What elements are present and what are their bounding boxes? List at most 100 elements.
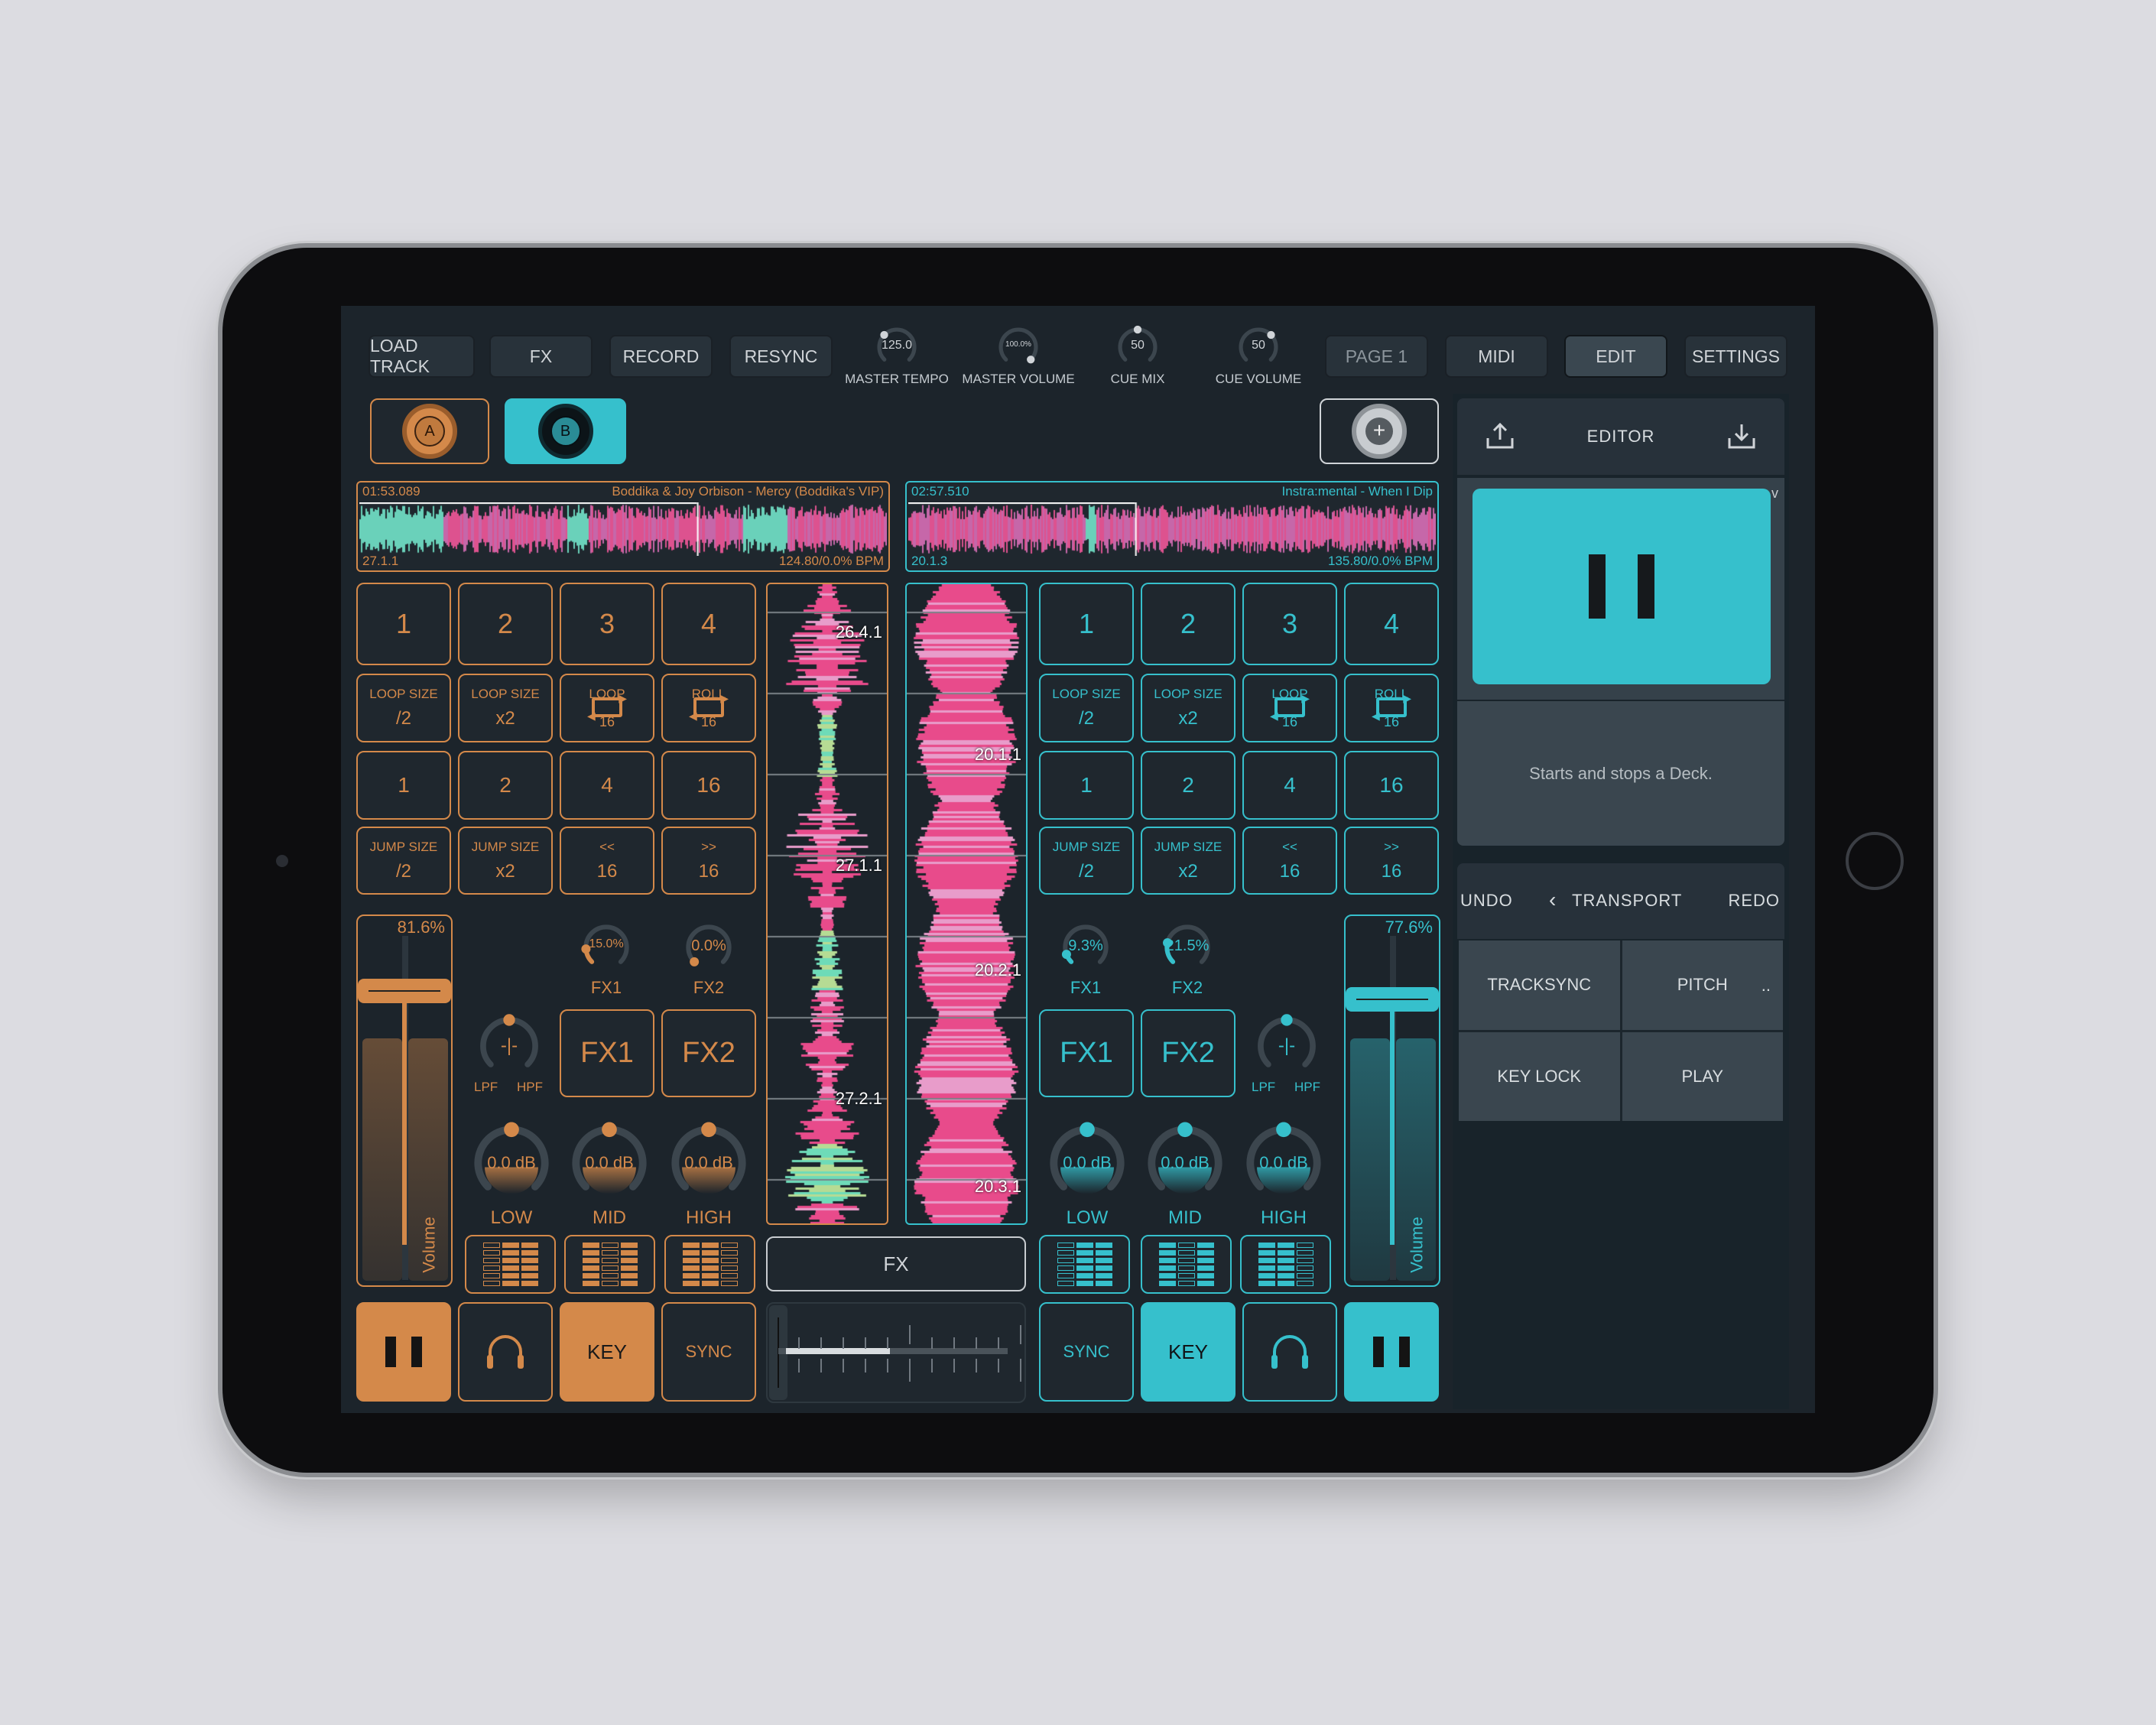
hotcue-pad-1[interactable]: 1 xyxy=(356,583,451,665)
deck-a-cue-button[interactable] xyxy=(458,1302,553,1402)
load-track-button[interactable]: LOAD TRACK xyxy=(369,335,475,378)
loop-row-pad[interactable]: LOOP SIZE/2 xyxy=(1039,674,1134,742)
jump-row-pad[interactable]: >> 16 xyxy=(1344,827,1439,895)
home-button[interactable] xyxy=(1846,832,1904,890)
add-deck-button[interactable]: + xyxy=(1320,398,1439,464)
deck-b-play-pause-button[interactable] xyxy=(1344,1302,1439,1402)
loop-length-pad-1[interactable]: 1 xyxy=(1039,751,1134,820)
settings-button[interactable]: SETTINGS xyxy=(1684,335,1787,378)
jump-row-pad[interactable]: JUMP SIZE/2 xyxy=(356,827,451,895)
deck-a-sync-button[interactable]: SYNC xyxy=(661,1302,756,1402)
page-button[interactable]: PAGE 1 xyxy=(1325,335,1428,378)
fx1-button[interactable]: FX1 xyxy=(560,1009,654,1097)
loop-row-pad[interactable]: LOOP SIZE x2 xyxy=(1141,674,1235,742)
edit-button[interactable]: EDIT xyxy=(1564,335,1667,378)
fader-handle[interactable] xyxy=(1346,986,1439,1012)
hotcue-pad-1[interactable]: 1 xyxy=(1039,583,1134,665)
jump-row-pad[interactable]: >> 16 xyxy=(661,827,756,895)
eq-kill-button[interactable] xyxy=(664,1235,755,1294)
fx2-button[interactable]: FX2 xyxy=(661,1009,756,1097)
loop-length-pad-1[interactable]: 1 xyxy=(356,751,451,820)
loop-row-pad[interactable]: LOOP ▶ ◀ 16 xyxy=(1242,674,1337,742)
eq-bar xyxy=(682,1281,700,1286)
jump-row-pad[interactable]: JUMP SIZE x2 xyxy=(458,827,553,895)
deck-b-key-button[interactable]: KEY xyxy=(1141,1302,1235,1402)
undo-button[interactable]: UNDO xyxy=(1460,891,1513,911)
jump-row-pad[interactable]: JUMP SIZE x2 xyxy=(1141,827,1235,895)
deck-b-selector[interactable]: B xyxy=(505,398,626,464)
hotcue-pad-3[interactable]: 3 xyxy=(1242,583,1337,665)
loop-row-pad[interactable]: ROLL ▶ ◀ 16 xyxy=(661,674,756,742)
loop-row-pad[interactable]: LOOP ▶ ◀ 16 xyxy=(560,674,654,742)
knob-indicator xyxy=(602,1122,617,1138)
loop-length-pad-4[interactable]: 4 xyxy=(560,751,654,820)
fx1-button[interactable]: FX1 xyxy=(1039,1009,1134,1097)
eq-bar xyxy=(1296,1273,1313,1278)
transport-pitch[interactable]: PITCH.. xyxy=(1622,940,1783,1030)
fader-handle[interactable] xyxy=(358,978,451,1003)
deck-b-scrolling-waveform[interactable]: 20.1.1 20.2.1 20.3.1 xyxy=(905,583,1028,1225)
chevron-left-icon[interactable]: ‹ xyxy=(1549,888,1557,912)
deck-a-key-button[interactable]: KEY xyxy=(560,1302,654,1402)
eq-kill-button[interactable] xyxy=(564,1235,655,1294)
eq-bar xyxy=(1296,1250,1313,1256)
resync-button[interactable]: RESYNC xyxy=(729,335,833,378)
deck-a-volume-fader[interactable]: 81.6% Volume xyxy=(356,914,453,1287)
fx2-button[interactable]: FX2 xyxy=(1141,1009,1235,1097)
eq-kill-button[interactable] xyxy=(1039,1235,1130,1294)
knob-indicator xyxy=(1267,330,1275,339)
pad-top-label: << xyxy=(599,839,615,854)
deck-b-cue-button[interactable] xyxy=(1242,1302,1337,1402)
midi-button[interactable]: MIDI xyxy=(1445,335,1548,378)
beat-marker: 20.3.1 xyxy=(974,1177,1021,1196)
eq-kill-button[interactable] xyxy=(1141,1235,1232,1294)
jump-row-pad[interactable]: << 16 xyxy=(560,827,654,895)
hotcue-pad-2[interactable]: 2 xyxy=(1141,583,1235,665)
pad-label: 2 xyxy=(1182,773,1194,797)
eq-label: MID xyxy=(593,1207,626,1228)
deck-a-overview[interactable]: 01:53.089 Boddika & Joy Orbison - Mercy (… xyxy=(356,481,890,572)
hotcue-pad-4[interactable]: 4 xyxy=(661,583,756,665)
eq-bar xyxy=(720,1258,738,1263)
arrow: ▶ xyxy=(1301,691,1310,704)
deck-b-volume-fader[interactable]: 77.6% Volume xyxy=(1344,914,1440,1287)
hotcue-pad-2[interactable]: 2 xyxy=(458,583,553,665)
record-button[interactable]: RECORD xyxy=(609,335,713,378)
upload-icon[interactable] xyxy=(1485,421,1515,452)
transport-key-lock[interactable]: KEY LOCK xyxy=(1459,1031,1620,1121)
loop-row-pad[interactable]: ROLL ▶ ◀ 16 xyxy=(1344,674,1439,742)
transport-tracksync[interactable]: TRACKSYNC xyxy=(1459,940,1620,1030)
loop-row-pad[interactable]: LOOP SIZE x2 xyxy=(458,674,553,742)
fx-button[interactable]: FX xyxy=(489,335,593,378)
center-fx-button[interactable]: FX xyxy=(766,1236,1026,1291)
crossfader[interactable] xyxy=(766,1302,1026,1403)
loop-length-pad-16[interactable]: 16 xyxy=(661,751,756,820)
eq-bar xyxy=(582,1273,599,1278)
eq-bar xyxy=(1258,1265,1275,1271)
deck-a-scrolling-waveform[interactable]: 26.4.1 27.1.1 27.2.1 xyxy=(766,583,888,1225)
jump-row-pad[interactable]: << 16 xyxy=(1242,827,1337,895)
jump-row-pad[interactable]: JUMP SIZE/2 xyxy=(1039,827,1134,895)
eq-kill-button[interactable] xyxy=(465,1235,556,1294)
loop-length-pad-16[interactable]: 16 xyxy=(1344,751,1439,820)
eq-kill-button[interactable] xyxy=(1240,1235,1331,1294)
eq-bar xyxy=(582,1265,599,1271)
redo-button[interactable]: REDO xyxy=(1728,891,1780,911)
deck-a-selector[interactable]: A xyxy=(370,398,489,464)
loop-length-pad-2[interactable]: 2 xyxy=(458,751,553,820)
loop-row-pad[interactable]: LOOP SIZE/2 xyxy=(356,674,451,742)
knob-indicator xyxy=(880,330,888,339)
loop-length-pad-2[interactable]: 2 xyxy=(1141,751,1235,820)
transport-play[interactable]: PLAY xyxy=(1622,1031,1783,1121)
hotcue-pad-4[interactable]: 4 xyxy=(1344,583,1439,665)
deck-b-overview[interactable]: 02:57.510 Instra:mental - When I Dip 20.1.… xyxy=(905,481,1439,572)
preview-pause-button[interactable] xyxy=(1473,489,1771,684)
download-icon[interactable] xyxy=(1726,421,1757,452)
eq-bar xyxy=(682,1243,700,1248)
deck-b-sync-button[interactable]: SYNC xyxy=(1039,1302,1134,1402)
hotcue-pad-3[interactable]: 3 xyxy=(560,583,654,665)
loop-length-pad-4[interactable]: 4 xyxy=(1242,751,1337,820)
deck-a-label: A xyxy=(414,416,445,447)
deck-a-play-pause-button[interactable] xyxy=(356,1302,451,1402)
pad-top-label: LOOP SIZE xyxy=(471,687,540,701)
